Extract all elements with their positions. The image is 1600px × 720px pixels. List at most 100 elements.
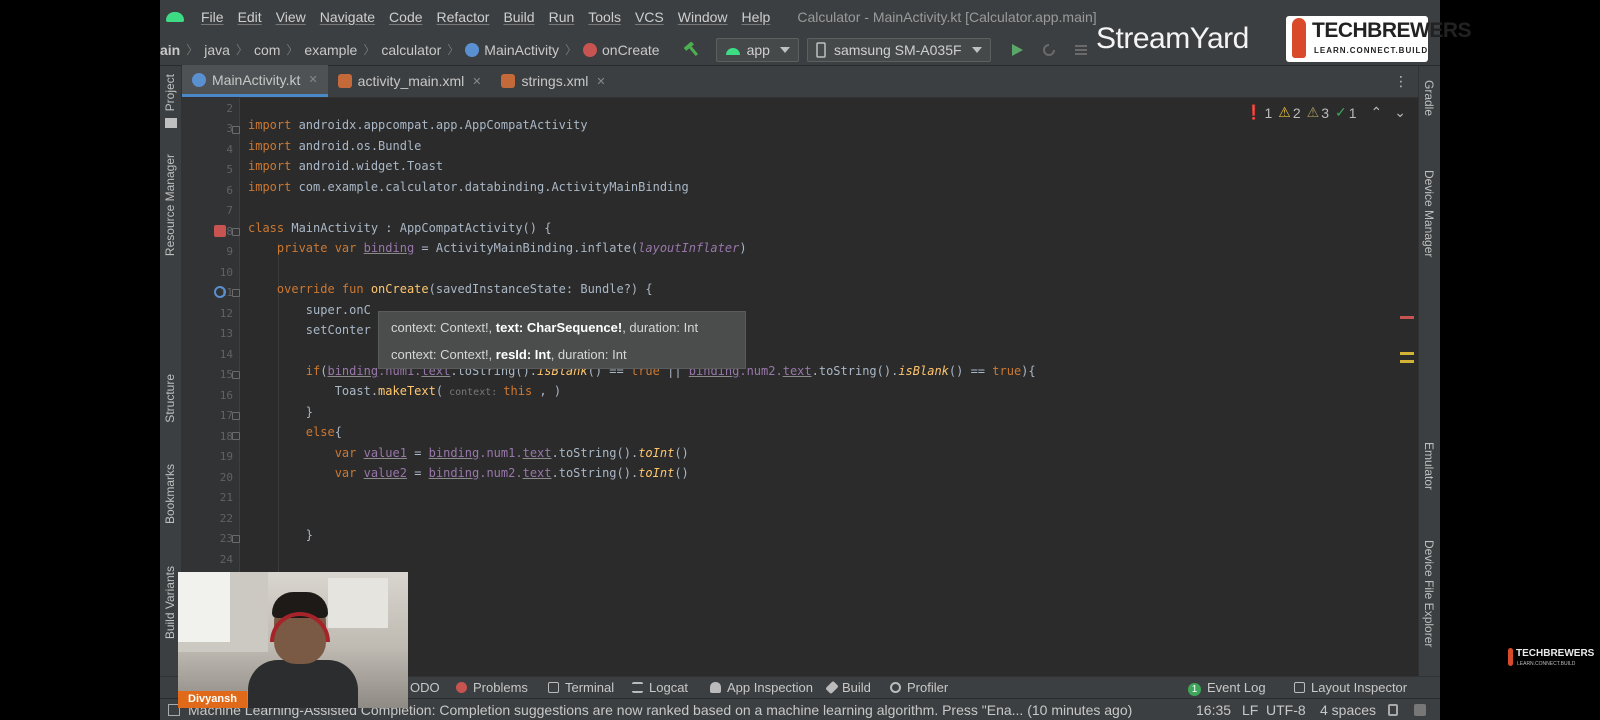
fold-icon[interactable] bbox=[232, 432, 240, 440]
fold-icon[interactable] bbox=[232, 535, 240, 543]
chevron-down-icon[interactable]: ⌄ bbox=[1394, 104, 1406, 121]
tool-window-device-file-explorer[interactable]: Device File Explorer bbox=[1422, 540, 1436, 647]
breadcrumb-calculator[interactable]: calculator bbox=[381, 42, 441, 58]
tab-activity-main-xml[interactable]: activity_main.xml ✕ bbox=[328, 65, 492, 97]
indent-setting[interactable]: 4 spaces bbox=[1320, 702, 1376, 718]
fold-icon[interactable] bbox=[232, 228, 240, 236]
breadcrumb-module[interactable]: ain bbox=[160, 42, 180, 58]
menu-file[interactable]: File bbox=[201, 9, 224, 25]
line-number: 13 bbox=[219, 327, 233, 340]
menu-refactor[interactable]: Refactor bbox=[437, 9, 490, 25]
scrollbar-warning-marker[interactable] bbox=[1400, 360, 1414, 363]
tool-window-emulator[interactable]: Emulator bbox=[1422, 442, 1436, 490]
close-icon[interactable]: ✕ bbox=[472, 75, 481, 88]
tool-event-log[interactable]: 1 Event Log bbox=[1188, 680, 1266, 696]
weak-warning-icon: ⚠ bbox=[1306, 104, 1320, 120]
code-line-19: var value1 = binding.num1.text.toString(… bbox=[248, 446, 689, 460]
menu-build[interactable]: Build bbox=[503, 9, 534, 25]
memory-icon[interactable] bbox=[1414, 704, 1426, 716]
tool-problems[interactable]: Problems bbox=[456, 680, 528, 695]
webcam-window-light bbox=[328, 578, 388, 628]
tool-window-gradle[interactable]: Gradle bbox=[1422, 80, 1436, 116]
menu-window[interactable]: Window bbox=[678, 9, 728, 25]
line-number: 16 bbox=[219, 389, 233, 402]
tab-mainactivity[interactable]: MainActivity.kt ✕ bbox=[182, 65, 328, 97]
close-icon[interactable]: ✕ bbox=[308, 73, 317, 86]
run-config-dropdown[interactable]: app bbox=[715, 37, 799, 62]
scrollbar-error-marker[interactable] bbox=[1400, 316, 1414, 319]
chevron-right-icon: 〉 bbox=[363, 43, 376, 57]
code-line-4: import android.os.Bundle bbox=[248, 139, 422, 153]
tool-window-resource-manager[interactable]: Resource Manager bbox=[163, 154, 177, 256]
chevron-up-icon[interactable]: ⌃ bbox=[1371, 104, 1383, 121]
scrollbar-warning-marker[interactable] bbox=[1400, 352, 1414, 355]
parameter-info-popup: context: Context!, text: CharSequence!, … bbox=[378, 311, 746, 369]
tool-window-bookmarks[interactable]: Bookmarks bbox=[163, 464, 177, 524]
inspection-widget[interactable]: ❗ 1 ⚠ 2 ⚠ 3 ✓ 1 ⌃ ⌄ bbox=[1239, 104, 1406, 121]
line-number: 11 bbox=[219, 286, 233, 299]
device-dropdown[interactable]: samsung SM-A035F bbox=[806, 37, 991, 62]
lock-icon[interactable] bbox=[1388, 704, 1398, 716]
fold-icon[interactable] bbox=[232, 126, 240, 134]
menu-view[interactable]: View bbox=[276, 9, 306, 25]
caret-position[interactable]: 16:35 bbox=[1196, 702, 1231, 718]
tool-window-project[interactable]: Project bbox=[163, 74, 177, 111]
tool-layout-inspector[interactable]: Layout Inspector bbox=[1294, 680, 1407, 695]
breadcrumb-java[interactable]: java bbox=[204, 42, 230, 58]
tool-todo[interactable]: ODO bbox=[410, 680, 440, 695]
window-title: Calculator - MainActivity.kt [Calculator… bbox=[797, 9, 1097, 25]
menu-tools[interactable]: Tools bbox=[588, 9, 621, 25]
code-line-20: var value2 = binding.num2.text.toString(… bbox=[248, 466, 689, 480]
fold-icon[interactable] bbox=[232, 289, 240, 297]
run-icon[interactable] bbox=[1009, 42, 1025, 58]
tool-logcat[interactable]: Logcat bbox=[632, 680, 688, 695]
tab-strings-xml[interactable]: strings.xml ✕ bbox=[491, 65, 615, 97]
warning-icon: ⚠ bbox=[1278, 104, 1291, 120]
tool-window-structure[interactable]: Structure bbox=[163, 374, 177, 423]
fold-icon[interactable] bbox=[232, 412, 240, 420]
breadcrumb-mainactivity[interactable]: MainActivity bbox=[484, 42, 559, 58]
breadcrumb-example[interactable]: example bbox=[304, 42, 357, 58]
menu-help[interactable]: Help bbox=[742, 9, 771, 25]
android-studio-window: File Edit View Navigate Code Refactor Bu… bbox=[160, 0, 1440, 720]
signature-1: context: Context!, text: CharSequence!, … bbox=[391, 320, 699, 335]
tool-app-inspection[interactable]: App Inspection bbox=[710, 680, 813, 695]
more-vertical-icon[interactable]: ⋮ bbox=[1394, 74, 1408, 90]
tool-terminal[interactable]: Terminal bbox=[548, 680, 614, 695]
chevron-right-icon: 〉 bbox=[564, 43, 577, 57]
close-icon[interactable]: ✕ bbox=[596, 75, 605, 88]
menu-navigate[interactable]: Navigate bbox=[320, 9, 375, 25]
code-content[interactable]: import androidx.appcompat.app.AppCompatA… bbox=[248, 98, 1408, 676]
chevron-down-icon bbox=[779, 46, 790, 53]
menu-vcs[interactable]: VCS bbox=[635, 9, 664, 25]
run-config-label: app bbox=[746, 41, 770, 58]
tool-window-device-manager[interactable]: Device Manager bbox=[1422, 170, 1436, 257]
activity-gutter-icon[interactable] bbox=[214, 225, 226, 237]
breadcrumb-oncreate[interactable]: onCreate bbox=[602, 42, 660, 58]
override-gutter-icon[interactable] bbox=[214, 286, 226, 298]
hammer-build-icon[interactable] bbox=[683, 40, 700, 58]
line-number: 14 bbox=[219, 348, 233, 361]
breadcrumb-com[interactable]: com bbox=[254, 42, 280, 58]
line-number: 9 bbox=[226, 245, 233, 258]
list-icon[interactable] bbox=[1073, 42, 1089, 58]
code-line-23: } bbox=[248, 528, 314, 542]
code-line-6: import com.example.calculator.databindin… bbox=[248, 180, 689, 194]
line-separator[interactable]: LF bbox=[1242, 702, 1258, 718]
warning-count: 2 bbox=[1292, 104, 1301, 121]
menu-edit[interactable]: Edit bbox=[238, 9, 262, 25]
techbrewers-logo: TECHBREWERS LEARN.CONNECT.BUILD bbox=[1286, 16, 1472, 62]
tool-build[interactable]: Build bbox=[825, 680, 871, 695]
brand-name-small: TECHBREWERS bbox=[1516, 648, 1595, 659]
fold-icon[interactable] bbox=[232, 371, 240, 379]
file-encoding[interactable]: UTF-8 bbox=[1266, 702, 1306, 718]
editor-tab-bar: MainActivity.kt ✕ activity_main.xml ✕ st… bbox=[182, 65, 1418, 98]
rocket-icon bbox=[1292, 18, 1306, 58]
webcam-window-light bbox=[178, 572, 230, 642]
tool-profiler[interactable]: Profiler bbox=[890, 680, 948, 695]
rerun-icon[interactable] bbox=[1041, 42, 1057, 58]
tool-window-build-variants[interactable]: Build Variants bbox=[163, 566, 177, 639]
menu-code[interactable]: Code bbox=[389, 9, 422, 25]
code-line-13: setConter bbox=[248, 323, 371, 337]
menu-run[interactable]: Run bbox=[549, 9, 575, 25]
